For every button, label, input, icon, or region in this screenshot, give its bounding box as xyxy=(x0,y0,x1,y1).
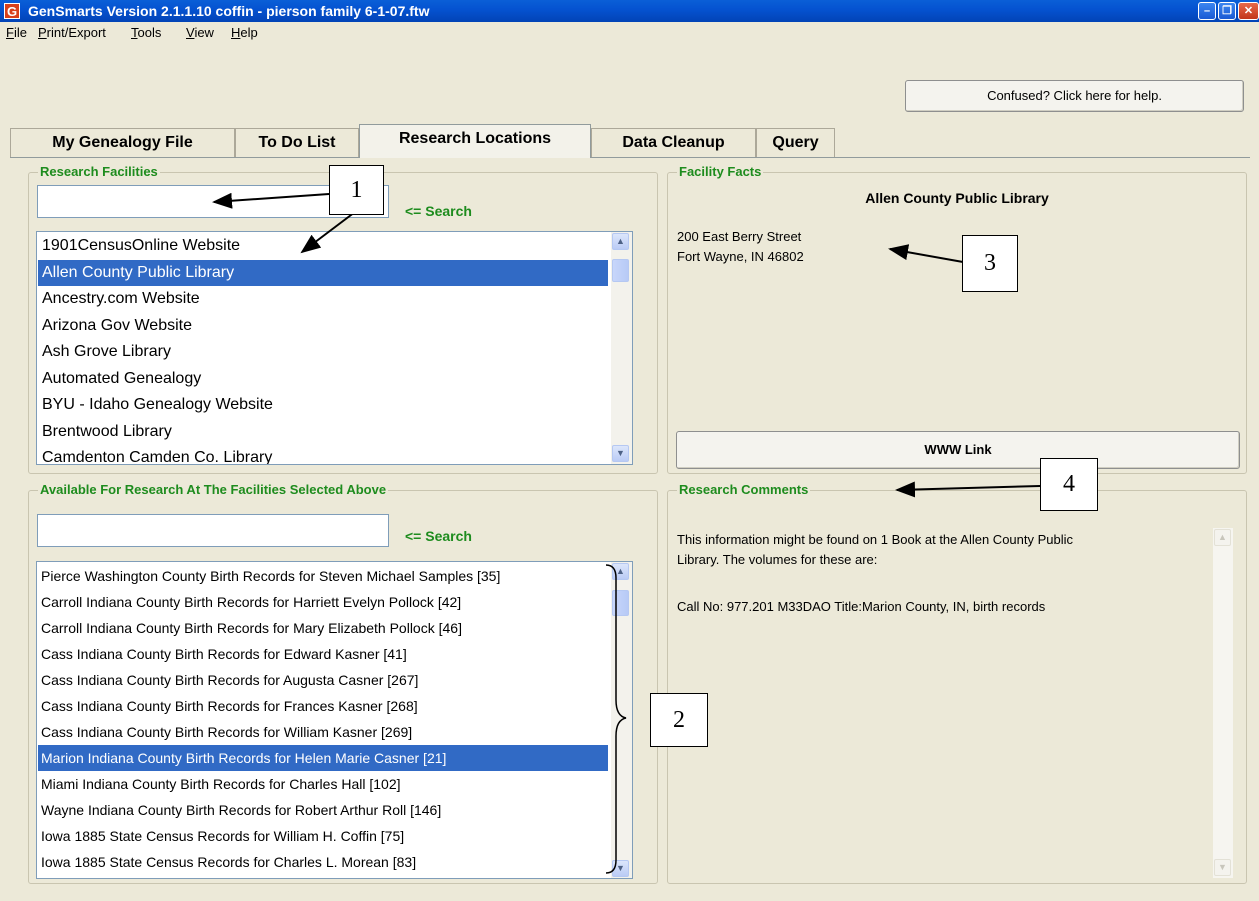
facility-list-item[interactable]: Ancestry.com Website xyxy=(38,286,608,313)
facility-list-item[interactable]: Automated Genealogy xyxy=(38,366,608,393)
close-button[interactable]: ✕ xyxy=(1238,2,1259,20)
tab-my-genealogy-file[interactable]: My Genealogy File xyxy=(10,128,235,157)
menu-help[interactable]: Help xyxy=(231,25,258,40)
available-search-hint: <= Search xyxy=(405,528,472,544)
scroll-up-icon[interactable]: ▲ xyxy=(612,563,629,580)
menu-tools[interactable]: Tools xyxy=(131,25,161,40)
minimize-button[interactable]: – xyxy=(1198,2,1216,20)
tab-query[interactable]: Query xyxy=(756,128,835,157)
menu-print-export[interactable]: Print/Export xyxy=(38,25,106,40)
facility-list-item[interactable]: Allen County Public Library xyxy=(38,259,608,286)
available-list-item[interactable]: Iowa 1885 State Census Records for Charl… xyxy=(38,849,608,875)
facility-list-item[interactable]: Brentwood Library xyxy=(38,419,608,446)
available-list-item[interactable]: Cass Indiana County Birth Records for Ed… xyxy=(38,641,608,667)
scroll-up-icon[interactable]: ▲ xyxy=(1214,529,1231,546)
research-facilities-title: Research Facilities xyxy=(38,164,160,179)
maximize-button[interactable]: ❐ xyxy=(1218,2,1236,20)
facility-address-line1: 200 East Berry Street xyxy=(677,229,802,244)
menu-file[interactable]: File xyxy=(6,25,27,40)
callout-1: 1 xyxy=(329,165,384,215)
comments-scrollbar[interactable] xyxy=(1213,528,1233,878)
available-list-item[interactable]: Iowa 1885 State Census Records for Willi… xyxy=(38,823,608,849)
menu-view[interactable]: View xyxy=(186,25,214,40)
scroll-down-icon[interactable]: ▼ xyxy=(612,860,629,877)
window-title: GenSmarts Version 2.1.1.10 coffin - pier… xyxy=(28,3,430,19)
callout-4: 4 xyxy=(1040,458,1098,511)
facility-list-item[interactable]: 1901CensusOnline Website xyxy=(38,233,608,260)
facility-list-item[interactable]: Arizona Gov Website xyxy=(38,313,608,340)
available-scroll-thumb[interactable] xyxy=(612,590,629,616)
tab-to-do-list[interactable]: To Do List xyxy=(235,128,359,157)
facility-address-line2: Fort Wayne, IN 46802 xyxy=(677,249,804,264)
available-list-item[interactable]: Cass Indiana County Birth Records for Wi… xyxy=(38,719,608,745)
facility-list-item[interactable]: Camdenton Camden Co. Library xyxy=(38,445,608,464)
facility-facts-title: Facility Facts xyxy=(677,164,764,179)
facility-search-hint: <= Search xyxy=(405,203,472,219)
tab-panel-border xyxy=(10,157,1250,158)
scroll-down-icon[interactable]: ▼ xyxy=(612,445,629,462)
help-button[interactable]: Confused? Click here for help. xyxy=(905,80,1244,112)
tab-data-cleanup[interactable]: Data Cleanup xyxy=(591,128,756,157)
scroll-down-icon[interactable]: ▼ xyxy=(1214,859,1231,876)
scroll-up-icon[interactable]: ▲ xyxy=(612,233,629,250)
available-list-item[interactable]: Cass Indiana County Birth Records for Au… xyxy=(38,667,608,693)
research-comment-line1: This information might be found on 1 Boo… xyxy=(677,532,1074,547)
www-link-button[interactable]: WWW Link xyxy=(676,431,1240,469)
research-comment-line3: Call No: 977.201 M33DAO Title:Marion Cou… xyxy=(677,599,1046,614)
app-icon[interactable]: G xyxy=(4,3,20,19)
available-list-item[interactable]: Pierce Washington County Birth Records f… xyxy=(38,563,608,589)
facility-name: Allen County Public Library xyxy=(865,190,1049,206)
available-listbox[interactable]: Pierce Washington County Birth Records f… xyxy=(36,561,633,879)
facility-listbox[interactable]: 1901CensusOnline Website Allen County Pub… xyxy=(36,231,633,465)
available-list-item[interactable]: Wayne Indiana County Birth Records for R… xyxy=(38,797,608,823)
available-list-item[interactable]: Carroll Indiana County Birth Records for… xyxy=(38,589,608,615)
available-research-title: Available For Research At The Facilities… xyxy=(38,482,389,497)
available-list-item[interactable]: Cass Indiana County Birth Records for Fr… xyxy=(38,693,608,719)
callout-3: 3 xyxy=(962,235,1018,292)
available-list-item[interactable]: Miami Indiana County Birth Records for C… xyxy=(38,771,608,797)
facility-list-item[interactable]: Ash Grove Library xyxy=(38,339,608,366)
facility-facts-group xyxy=(667,172,1247,474)
available-list-item[interactable]: Carroll Indiana County Birth Records for… xyxy=(38,615,608,641)
facility-list-item[interactable]: BYU - Idaho Genealogy Website xyxy=(38,392,608,419)
available-search-input[interactable] xyxy=(37,514,389,547)
tab-research-locations[interactable]: Research Locations xyxy=(359,124,591,158)
facility-scroll-thumb[interactable] xyxy=(612,259,629,282)
available-list-item[interactable]: Marion Indiana County Birth Records for … xyxy=(38,745,608,771)
research-comments-title: Research Comments xyxy=(677,482,811,497)
research-comment-line2: Library. The volumes for these are: xyxy=(677,552,878,567)
callout-2: 2 xyxy=(650,693,708,747)
